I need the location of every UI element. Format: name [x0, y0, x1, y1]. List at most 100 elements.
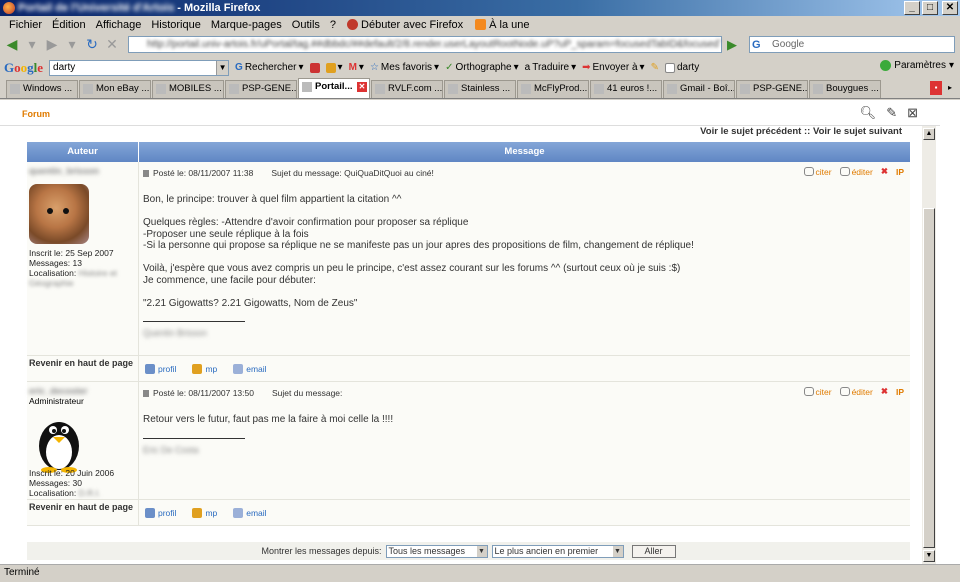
traduire-button[interactable]: a Traduire ▾	[525, 62, 576, 73]
post-author-panel: eric_decoster Administrateur Inscrit le:…	[27, 382, 139, 499]
favoris-button[interactable]: ☆ Mes favoris ▾	[370, 62, 439, 73]
edit-post-button[interactable]: éditer	[839, 167, 873, 177]
close-button[interactable]: ✕	[942, 1, 958, 15]
page-scrollbar[interactable]: ▲ ▼	[922, 126, 936, 564]
post-subject: Sujet du message:	[271, 388, 343, 398]
delete-icon[interactable]: ✖	[881, 166, 888, 177]
tab-gmail[interactable]: Gmail - Boî...	[663, 80, 735, 98]
orthographe-button[interactable]: ✓ Orthographe ▾	[445, 62, 519, 73]
menu-fichier[interactable]: Fichier	[4, 19, 47, 31]
days-select[interactable]: Tous les messages ▼	[385, 544, 488, 558]
scroll-up-icon[interactable]: ▲	[923, 128, 935, 140]
back-dropdown-icon[interactable]: ▾	[24, 36, 40, 53]
back-to-top-link[interactable]: Revenir en haut de page	[27, 500, 139, 525]
parametres-button[interactable]: Paramètres ▾	[880, 60, 954, 71]
maximize-button[interactable]: □	[922, 1, 938, 15]
chevron-down-icon[interactable]: ▼	[216, 60, 229, 75]
pm-button[interactable]: mp	[192, 363, 217, 374]
signature-divider	[143, 321, 245, 322]
tab-portail[interactable]: Portail... ✕	[298, 78, 370, 98]
post-line: Bon, le principe: trouver à quel film ap…	[143, 194, 402, 205]
ip-button[interactable]: IP	[896, 387, 904, 397]
tab-bouygues[interactable]: Bouygues ...	[809, 80, 881, 98]
menu-marque-pages[interactable]: Marque-pages	[206, 19, 287, 31]
highlight-icon[interactable]: ✎	[651, 62, 659, 73]
stop-icon[interactable]: ✕	[104, 36, 120, 53]
email-label: email	[246, 507, 267, 518]
favoris-label: Mes favoris	[380, 62, 433, 73]
go-icon[interactable]: ▶	[724, 37, 740, 53]
bookmark-debuter[interactable]: Débuter avec Firefox	[341, 19, 469, 31]
tab-psp-gene-1[interactable]: PSP-GENE...	[225, 80, 297, 98]
menu-affichage[interactable]: Affichage	[91, 19, 147, 31]
tab-ebay[interactable]: Mon eBay ...	[79, 80, 151, 98]
ip-button[interactable]: IP	[896, 167, 904, 177]
edit-post-button[interactable]: éditer	[839, 387, 873, 397]
posted-date: Posté le: 08/11/2007 13:50	[153, 388, 254, 398]
scroll-down-icon[interactable]: ▼	[923, 550, 935, 562]
search-input[interactable]: G Google	[749, 36, 955, 53]
tab-mobiles[interactable]: MOBILES ...	[152, 80, 224, 98]
order-select[interactable]: Le plus ancien en premier ▼	[491, 544, 624, 558]
topic-navigation[interactable]: Voir le sujet précédent :: Voir le sujet…	[0, 126, 902, 137]
author-name[interactable]: quentin_brisson	[29, 166, 136, 176]
forward-dropdown-icon[interactable]: ▾	[64, 36, 80, 53]
back-to-top-link[interactable]: Revenir en haut de page	[27, 356, 139, 381]
darty-search-term[interactable]: darty	[664, 62, 699, 73]
bookmark-debuter-label: Débuter avec Firefox	[361, 18, 464, 31]
tab-psp-gene-2[interactable]: PSP-GENE...	[736, 80, 808, 98]
tab-41-euros[interactable]: 41 euros !...	[590, 80, 662, 98]
delete-icon[interactable]: ✖	[881, 386, 888, 397]
search-placeholder: Google	[772, 39, 805, 50]
rechercher-button[interactable]: G Rechercher ▾	[235, 62, 304, 73]
bookmark-une[interactable]: À la une	[469, 19, 535, 31]
rss-icon	[475, 19, 487, 30]
tab-scroll-right-icon[interactable]: ▸	[944, 81, 956, 95]
email-icon	[233, 363, 244, 374]
menu-outils[interactable]: Outils	[287, 19, 325, 31]
envoyer-button[interactable]: ➡ Envoyer à ▾	[582, 62, 644, 73]
forum-post: quentin_brisson Inscrit le: 25 Sep 2007 …	[27, 162, 910, 356]
remove-icon[interactable]: ⊠	[907, 105, 918, 121]
signature-divider	[143, 437, 245, 439]
puzzle-icon[interactable]: ▾	[325, 62, 343, 73]
url-bar[interactable]: http://portail.univ-artois.fr/uPortal/ta…	[128, 36, 722, 53]
scrollbar-thumb[interactable]	[923, 208, 935, 548]
star-icon: ☆	[369, 62, 379, 73]
minimize-button[interactable]: _	[904, 1, 920, 15]
go-button[interactable]: Aller	[631, 544, 676, 558]
menu-historique[interactable]: Historique	[146, 19, 206, 31]
signature: Eric De Costa	[143, 444, 199, 455]
forward-icon[interactable]: ▶	[44, 36, 60, 53]
tab-stainless[interactable]: Stainless ...	[444, 80, 516, 98]
tab-list-icon[interactable]: ▪	[930, 81, 942, 95]
author-name[interactable]: eric_decoster	[29, 386, 136, 396]
profile-button[interactable]: profil	[145, 363, 176, 374]
reload-icon[interactable]: ↻	[84, 36, 100, 53]
tab-rvlf[interactable]: RVLF.com ...	[371, 80, 443, 98]
pm-button[interactable]: mp	[192, 507, 217, 518]
tab-mcfly[interactable]: McFlyProd...	[517, 80, 589, 98]
email-button[interactable]: email	[233, 507, 267, 518]
tab-close-icon[interactable]: ✕	[357, 82, 367, 92]
gmail-icon[interactable]: M ▾	[349, 62, 364, 73]
posted-date: Posté le: 08/11/2007 11:38	[153, 168, 254, 178]
menu-edition[interactable]: Édition	[47, 19, 91, 31]
post-line: "2.21 Gigowatts? 2.21 Gigowatts, Nom de …	[143, 297, 358, 309]
popup-blocker-icon[interactable]	[309, 62, 320, 73]
edit-icon[interactable]: ✎	[886, 105, 897, 121]
profile-button[interactable]: profil	[145, 507, 176, 518]
google-toolbar-search[interactable]: darty ▼	[49, 59, 230, 76]
tab-windows[interactable]: Windows ...	[6, 80, 78, 98]
focus-icon[interactable]: 🔍︎	[860, 105, 877, 121]
menu-help[interactable]: ?	[325, 19, 341, 31]
chevron-down-icon: ▼	[612, 545, 623, 557]
quote-button[interactable]: citer	[803, 387, 832, 397]
message-count: Messages: 13	[29, 258, 82, 268]
quote-button[interactable]: citer	[803, 167, 832, 177]
firefox-bookmark-icon	[347, 19, 359, 30]
back-icon[interactable]: ◀	[4, 36, 20, 53]
orthographe-label: Orthographe	[455, 62, 512, 73]
email-button[interactable]: email	[233, 363, 267, 374]
table-header: Auteur Message	[27, 142, 910, 162]
